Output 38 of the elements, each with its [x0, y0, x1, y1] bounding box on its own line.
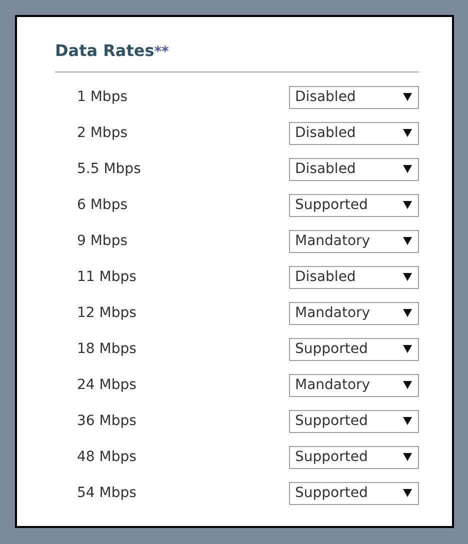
- rate-label: 18 Mbps: [76, 340, 136, 358]
- rate-dropdown[interactable]: Supported: [289, 194, 419, 216]
- rate-label: 11 Mbps: [76, 268, 136, 286]
- caret-icon: [403, 129, 412, 137]
- rate-dropdown[interactable]: Supported: [289, 410, 419, 432]
- required-mark: **: [154, 43, 169, 62]
- caret-icon: [403, 309, 412, 317]
- rate-dropdown[interactable]: Supported: [289, 482, 419, 504]
- caret-icon: [403, 165, 412, 173]
- rate-dropdown[interactable]: Disabled: [289, 122, 419, 144]
- rate-label: 24 Mbps: [76, 376, 136, 394]
- caret-icon: [403, 381, 412, 389]
- caret-icon: [403, 489, 412, 497]
- rate-label: 1 Mbps: [76, 88, 128, 106]
- caret-icon: [403, 417, 412, 425]
- caret-icon: [403, 93, 412, 101]
- caret-icon: [403, 273, 412, 281]
- rate-label: 12 Mbps: [76, 304, 136, 322]
- rate-label: 9 Mbps: [76, 232, 128, 250]
- caret-icon: [403, 345, 412, 353]
- caret-icon: [403, 453, 412, 461]
- rate-dropdown[interactable]: Disabled: [289, 158, 419, 180]
- rate-label: 54 Mbps: [76, 484, 136, 502]
- rate-dropdown[interactable]: Supported: [289, 338, 419, 360]
- rate-dropdown[interactable]: Mandatory: [289, 230, 419, 252]
- rate-dropdown[interactable]: Supported: [289, 446, 419, 468]
- rate-label: 6 Mbps: [76, 196, 128, 214]
- rate-dropdown[interactable]: Mandatory: [289, 302, 419, 324]
- section-title: Data Rates: [55, 40, 154, 62]
- rate-dropdown[interactable]: Mandatory: [289, 374, 419, 396]
- rate-label: 48 Mbps: [76, 448, 136, 466]
- caret-icon: [403, 237, 412, 245]
- caret-icon: [403, 201, 412, 209]
- rate-label: 36 Mbps: [76, 412, 136, 430]
- rate-label: 2 Mbps: [76, 124, 128, 142]
- rate-dropdown[interactable]: Disabled: [289, 266, 419, 288]
- rate-dropdown[interactable]: Disabled: [289, 86, 419, 108]
- rate-label: 5.5 Mbps: [76, 160, 141, 178]
